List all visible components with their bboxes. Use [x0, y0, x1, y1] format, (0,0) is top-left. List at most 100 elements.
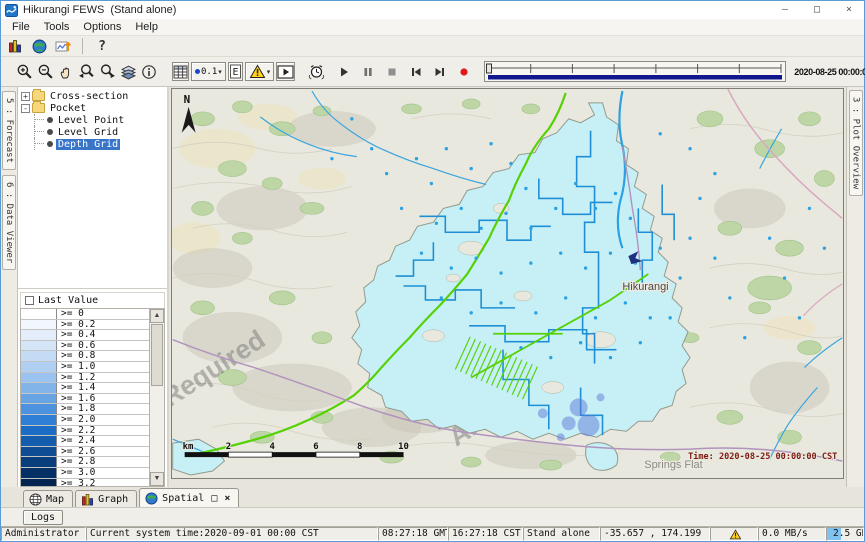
tree-item-level-grid[interactable]: Level Grid [21, 126, 167, 138]
tab-plot-overview[interactable]: 3 : Plot Overview [849, 90, 863, 196]
menu-file[interactable]: File [5, 19, 37, 36]
zoom-in-button[interactable] [15, 62, 34, 81]
status-bar: Administrator Current system time:2020-0… [1, 526, 864, 541]
menu-options[interactable]: Options [76, 19, 128, 36]
pause-button[interactable] [360, 62, 376, 81]
left-dock-strip: 5 : Forecast 6 : Data Viewer [1, 87, 18, 487]
legend-swatch [21, 468, 57, 478]
main-toolbar: ? [1, 36, 864, 57]
status-coordinates: -35.657 , 174.199 [600, 527, 710, 541]
last-value-label: Last Value [38, 295, 98, 306]
legend-row-label: >= 0.8 [57, 351, 95, 361]
legend-swatch [21, 383, 57, 393]
legend-swatch [21, 320, 57, 330]
tree-item-label: Level Grid [56, 127, 120, 138]
scroll-up-button[interactable]: ▲ [150, 309, 164, 323]
svg-text:E: E [232, 67, 238, 78]
chevron-down-icon: ▾ [267, 68, 271, 76]
legend-row-label: >= 1.4 [57, 383, 95, 393]
tree-connector [34, 126, 47, 138]
scrollbar-thumb[interactable] [151, 324, 163, 386]
bar-chart-icon [81, 493, 94, 506]
tab-map[interactable]: Map [23, 490, 73, 507]
legend-swatch [21, 404, 57, 414]
tree-item-label: Level Point [56, 115, 126, 126]
zoom-previous-button[interactable] [77, 62, 96, 81]
timeline-slider[interactable] [484, 61, 786, 82]
menu-bar: File Tools Options Help [1, 19, 864, 36]
tab-restore-icon[interactable]: □ [211, 493, 217, 504]
tab-data-viewer[interactable]: 6 : Data Viewer [2, 175, 16, 270]
play-button[interactable] [336, 62, 352, 81]
svg-text:10: 10 [398, 442, 409, 452]
map-display-button[interactable] [29, 37, 49, 56]
record-button[interactable] [456, 62, 472, 81]
tree-item-depth-grid[interactable]: Depth Grid [21, 138, 167, 150]
app-logo-icon [5, 4, 18, 17]
close-button[interactable]: × [846, 1, 852, 19]
system-monitor-button[interactable] [5, 37, 25, 56]
legend-swatch [21, 479, 57, 487]
last-value-checkbox[interactable] [25, 296, 34, 305]
map-canvas[interactable]: API Key Required API Key Required [171, 88, 844, 479]
tab-spatial[interactable]: Spatial □ × [139, 488, 239, 507]
tree-item-level-point[interactable]: Level Point [21, 114, 167, 126]
layers-button[interactable] [119, 62, 138, 81]
status-system-time: Current system time:2020-09-01 00:00 CST [86, 527, 378, 541]
zoom-next-button[interactable] [98, 62, 117, 81]
legend-swatch [21, 351, 57, 361]
threshold-dropdown[interactable]: 0.1 ▾ [191, 62, 226, 81]
legend-swatch [21, 394, 57, 404]
data-editor-button[interactable] [53, 37, 73, 56]
legend-swatch [21, 330, 57, 340]
help-button[interactable]: ? [92, 37, 112, 56]
legend-row-label: >= 2.4 [57, 436, 95, 446]
step-forward-button[interactable] [432, 62, 448, 81]
bar-stats-icon [8, 39, 23, 54]
legend-row-label: >= 0.2 [57, 320, 95, 330]
legend-row-label: >= 2.2 [57, 426, 95, 436]
tab-graph[interactable]: Graph [75, 490, 137, 507]
menu-tools[interactable]: Tools [37, 19, 77, 36]
window-title: Hikurangi FEWS (Stand alone) [23, 4, 176, 16]
maximize-button[interactable]: □ [814, 1, 820, 19]
step-back-button[interactable] [408, 62, 424, 81]
legend-scrollbar[interactable]: ▲ ▼ [149, 309, 164, 486]
stop-button[interactable] [384, 62, 400, 81]
legend-row: >= 1.0 [21, 362, 149, 373]
minimize-button[interactable]: — [782, 1, 788, 19]
expand-plus-icon[interactable]: + [21, 92, 30, 101]
legend-row-label: >= 1.6 [57, 394, 95, 404]
threshold-dot-icon [195, 69, 200, 74]
zoom-next-icon [99, 63, 116, 80]
movie-player-button[interactable] [276, 62, 295, 81]
status-bandwidth: 0.0 MB/s [758, 527, 826, 541]
chart-arrow-icon [55, 39, 71, 54]
folder-open-icon [32, 103, 45, 113]
tab-close-icon[interactable]: × [224, 493, 230, 504]
legend-swatch [21, 436, 57, 446]
info-button[interactable] [140, 62, 158, 81]
collapse-minus-icon[interactable]: - [21, 104, 30, 113]
skip-to-end-icon [433, 65, 447, 79]
pan-button[interactable] [57, 62, 75, 81]
logs-button[interactable]: Logs [23, 510, 63, 525]
legend-swatch [21, 341, 57, 351]
zoom-out-button[interactable] [36, 62, 55, 81]
threshold-warning-dropdown[interactable]: ▾ [245, 62, 275, 81]
map-view[interactable]: API Key Required API Key Required [171, 88, 845, 487]
title-bar: Hikurangi FEWS (Stand alone) — □ × [1, 1, 864, 19]
timeline-track [485, 62, 785, 81]
tree-item-cross-section[interactable]: + Cross-section [21, 90, 167, 102]
legend-swatch [21, 362, 57, 372]
scrollbar-track[interactable] [150, 387, 164, 472]
scroll-down-button[interactable]: ▼ [150, 472, 164, 486]
menu-help[interactable]: Help [128, 19, 165, 36]
grid-display-button[interactable] [172, 62, 189, 81]
timeline-handle[interactable] [487, 64, 492, 73]
tree-item-pocket[interactable]: - Pocket [21, 102, 167, 114]
legend-row-label: >= 0.4 [57, 330, 95, 340]
tab-forecast[interactable]: 5 : Forecast [2, 91, 16, 170]
label-display-button[interactable]: E [228, 62, 243, 81]
animation-settings-button[interactable] [307, 62, 326, 81]
